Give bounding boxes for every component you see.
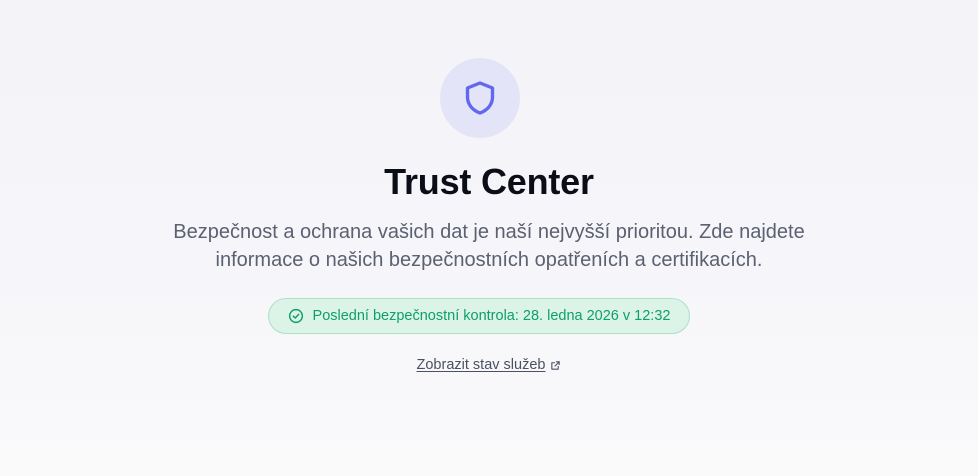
service-status-link-wrap: Zobrazit stav služeb xyxy=(0,356,978,374)
page-subtitle: Bezpečnost a ochrana vašich dat je naší … xyxy=(173,221,805,271)
service-status-link[interactable]: Zobrazit stav služeb xyxy=(417,356,562,374)
page-title: Trust Center xyxy=(384,161,594,202)
service-status-link-label: Zobrazit stav služeb xyxy=(416,357,546,373)
trust-center-hero: Trust Center Bezpečnost a ochrana vašich… xyxy=(0,0,978,476)
check-circle-icon xyxy=(288,308,303,324)
shield-badge xyxy=(440,58,520,138)
shield-icon xyxy=(465,81,495,115)
external-link-icon xyxy=(551,360,561,370)
security-check-text: Poslední bezpečnostní kontrola: 28. ledn… xyxy=(312,308,671,324)
security-check-badge: Poslední bezpečnostní kontrola: 28. ledn… xyxy=(268,298,690,334)
